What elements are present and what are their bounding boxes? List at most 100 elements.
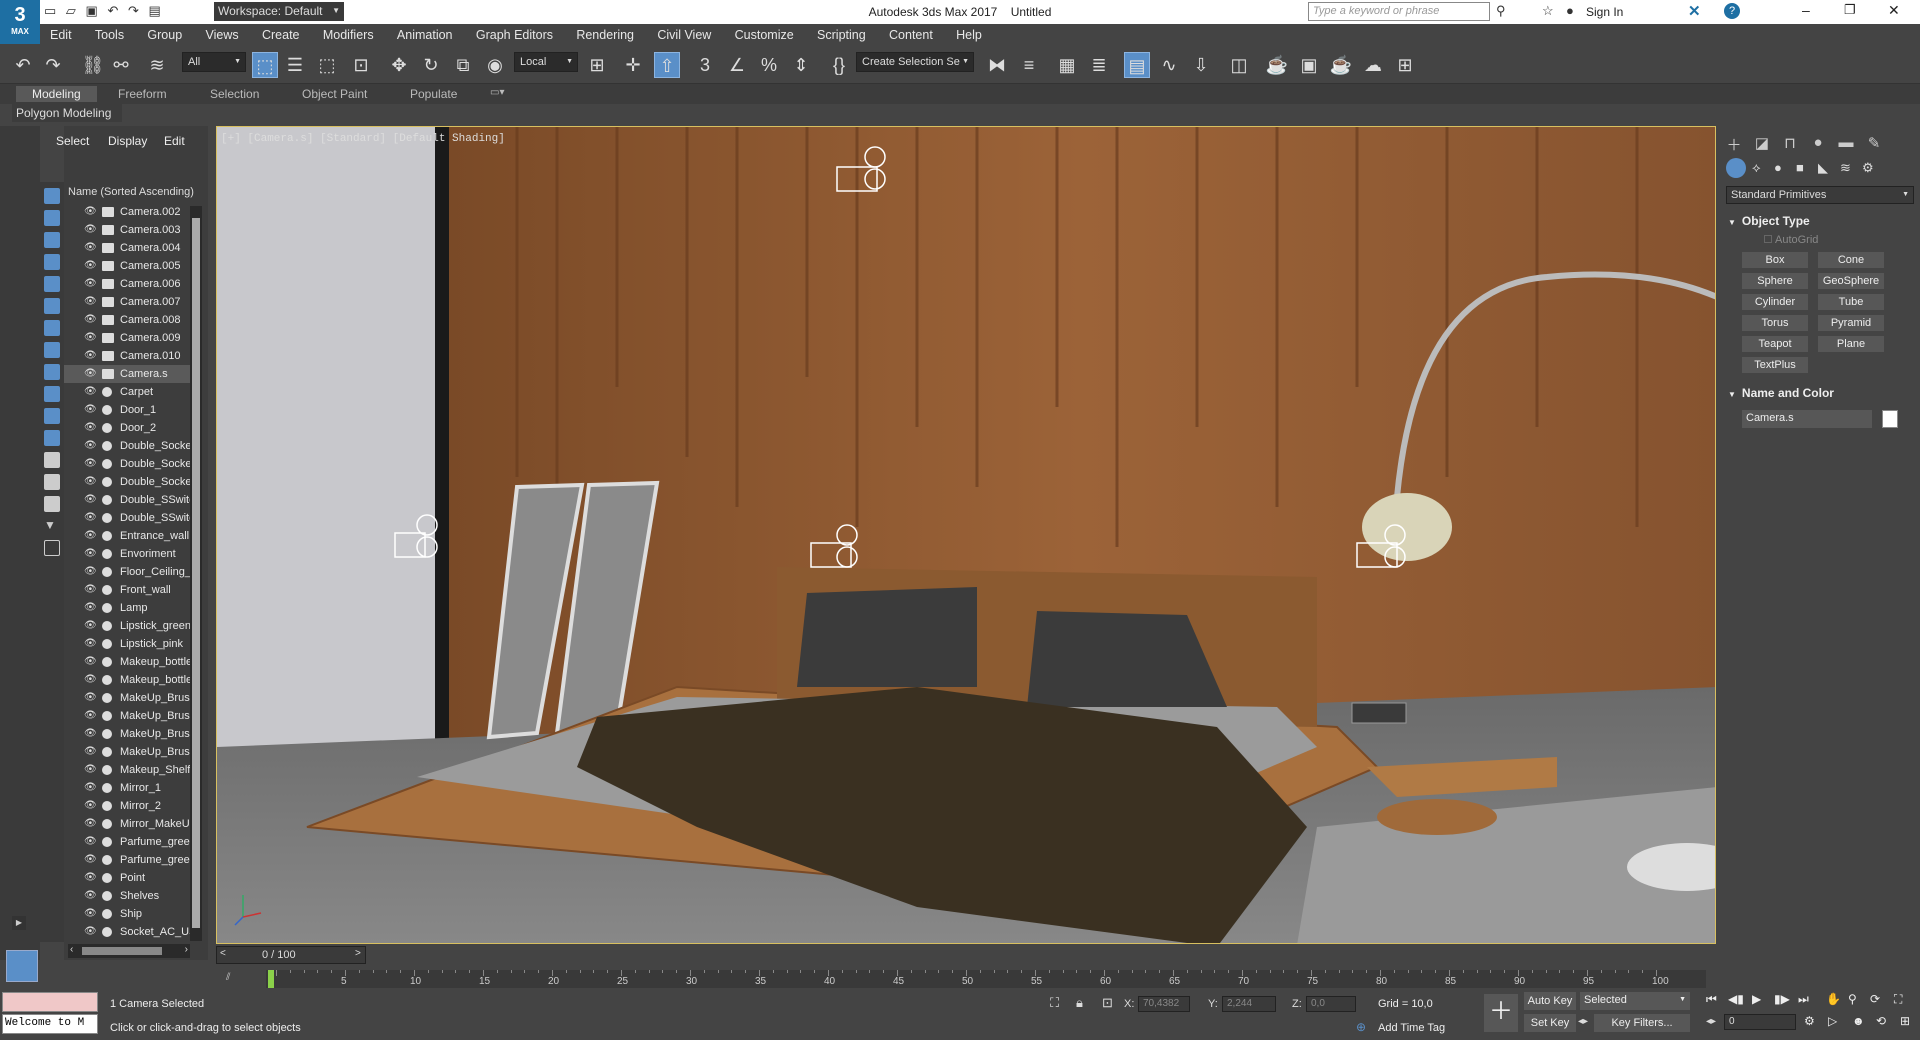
helpers-icon[interactable]: ◣ [1818,160,1828,176]
orbit-camera-icon[interactable]: ⟲ [1876,1014,1886,1028]
selection-lock-icon[interactable]: 🔒︎ [1076,995,1083,1011]
absolute-mode-icon[interactable]: ⊡ [1102,995,1113,1011]
filter-lights-icon[interactable] [44,232,60,248]
explorer-row[interactable]: 👁︎ MakeUp_Brush [64,743,190,761]
set-keys-icon[interactable]: ＋ [1484,994,1518,1032]
redo-icon[interactable]: ↷ [40,52,66,78]
autogrid-checkbox[interactable]: AutoGrid [1764,234,1818,246]
selection-filter-dropdown[interactable]: All ▼ [182,52,246,72]
visibility-eye-icon[interactable]: 👁︎ [84,599,97,617]
visibility-eye-icon[interactable]: 👁︎ [84,545,97,563]
goto-start-icon[interactable]: ⏮ [1706,992,1717,1007]
explorer-row[interactable]: 👁︎ MakeUp_Brush [64,725,190,743]
star-icon[interactable]: ☆ [1542,3,1554,19]
visibility-eye-icon[interactable]: 👁︎ [84,473,97,491]
visibility-eye-icon[interactable]: 👁︎ [84,203,97,221]
explorer-row[interactable]: 👁︎ Camera.005 [64,257,190,275]
filter-space-warps-icon[interactable] [44,298,60,314]
maximize-icon[interactable]: ❐ [1844,2,1856,18]
explorer-row[interactable]: 👁︎ Makeup_bottle [64,671,190,689]
filter-geometry-icon[interactable] [44,188,60,204]
field-of-view-icon[interactable]: ▷ [1828,1014,1837,1028]
visibility-eye-icon[interactable]: 👁︎ [84,725,97,743]
track-bar-toggle-icon[interactable]: ⫽ [226,972,230,983]
visibility-eye-icon[interactable]: 👁︎ [84,797,97,815]
explorer-row[interactable]: 👁︎ Double_SSwitc [64,491,190,509]
filter-none-icon[interactable] [44,474,60,490]
sphere-button[interactable]: Sphere [1742,273,1808,289]
exchange-icon[interactable]: ✕ [1688,2,1701,20]
camera-icon[interactable] [102,297,114,307]
spinner-snap-icon[interactable]: ⇕ [788,52,814,78]
visibility-eye-icon[interactable]: 👁︎ [84,527,97,545]
binoculars-icon[interactable]: ⚲ [1496,3,1506,19]
menu-rendering[interactable]: Rendering [566,24,644,46]
maxscript-listener-pink[interactable] [2,992,98,1012]
explorer-row[interactable]: 👁︎ Point [64,869,190,887]
pan-icon[interactable]: ✋ [1826,992,1841,1006]
geometry-icon[interactable] [102,801,112,811]
camera-icon[interactable] [102,207,114,217]
explorer-menu-select[interactable]: Select [56,134,89,148]
visibility-eye-icon[interactable]: 👁︎ [84,905,97,923]
explorer-row[interactable]: 👁︎ Double_Socket [64,473,190,491]
curve-editor-icon[interactable]: ∿ [1156,52,1182,78]
camera-icon[interactable] [102,351,114,361]
track-bar[interactable]: 5 10 15 20 25 30 35 40 45 50 55 60 65 70 75 80 85 90 95 100 [266,970,1706,988]
maximize-viewport-icon[interactable]: ⊞ [1900,1014,1910,1028]
geometry-icon[interactable] [102,837,112,847]
select-by-name-icon[interactable]: ☰ [282,52,308,78]
current-frame-field[interactable]: 0 [1724,1014,1796,1030]
ribbon-tab-selection[interactable]: Selection [210,87,259,101]
visibility-eye-icon[interactable]: 👁︎ [84,833,97,851]
slider-left-icon[interactable]: < [220,948,226,959]
filter-hidden-icon[interactable] [44,430,60,446]
display-tab-icon[interactable]: ▬ [1836,134,1856,154]
ribbon-options-icon[interactable]: ▭▾ [490,87,504,98]
visibility-eye-icon[interactable]: 👁︎ [84,779,97,797]
geometry-icon[interactable] [102,891,112,901]
menu-civil-view[interactable]: Civil View [647,24,721,46]
ribbon-tab-modeling[interactable]: Modeling [16,86,97,102]
key-mode-toggle-icon[interactable]: ◂▸ [1706,1016,1716,1027]
next-frame-icon[interactable]: ▮▶ [1774,992,1790,1006]
explorer-row[interactable]: 👁︎ Mirror_1 [64,779,190,797]
explorer-row[interactable]: 👁︎ Shelves [64,887,190,905]
explorer-row[interactable]: 👁︎ Floor_Ceiling_E [64,563,190,581]
named-selection-sets-dropdown[interactable]: Create Selection Se ▼ [856,52,974,72]
plane-button[interactable]: Plane [1818,336,1884,352]
visibility-eye-icon[interactable]: 👁︎ [84,383,97,401]
link-icon[interactable]: ⛓ [80,52,106,78]
explorer-row[interactable]: 👁︎ Camera.007 [64,293,190,311]
key-filters-button[interactable]: Key Filters... [1594,1014,1690,1032]
explorer-row[interactable]: 👁︎ Camera.004 [64,239,190,257]
percent-snap-icon[interactable]: % [756,52,782,78]
geometry-icon[interactable] [102,639,112,649]
goto-end-icon[interactable]: ⏭ [1798,992,1809,1007]
geometry-icon[interactable] [102,441,112,451]
visibility-eye-icon[interactable]: 👁︎ [84,707,97,725]
help-icon[interactable]: ? [1724,3,1740,19]
menu-views[interactable]: Views [196,24,249,46]
geometry-icon[interactable] [102,747,112,757]
explorer-row[interactable]: 👁︎ Double_Socket [64,455,190,473]
teapot-button[interactable]: Teapot [1742,336,1808,352]
set-key-button[interactable]: Set Key [1524,1014,1576,1032]
explorer-row[interactable]: 👁︎ Ship [64,905,190,923]
pyramid-button[interactable]: Pyramid [1818,315,1884,331]
explorer-row[interactable]: 👁︎ Lipstick_pink [64,635,190,653]
utilities-tab-icon[interactable]: ✎ [1864,134,1884,154]
visibility-eye-icon[interactable]: 👁︎ [84,743,97,761]
systems-icon[interactable]: ⚙ [1862,160,1874,176]
geometry-icon[interactable] [102,675,112,685]
menu-tools[interactable]: Tools [85,24,134,46]
geometry-icon[interactable] [102,477,112,487]
zoom-icon[interactable]: ⚲ [1848,992,1857,1006]
explorer-row[interactable]: 👁︎ Lamp [64,599,190,617]
geometry-icon[interactable] [102,567,112,577]
time-tag-icon[interactable]: ⊕ [1356,1020,1366,1034]
geometry-icon[interactable] [102,405,112,415]
visibility-eye-icon[interactable]: 👁︎ [84,671,97,689]
visibility-eye-icon[interactable]: 👁︎ [84,653,97,671]
geometry-icon[interactable] [102,927,112,937]
